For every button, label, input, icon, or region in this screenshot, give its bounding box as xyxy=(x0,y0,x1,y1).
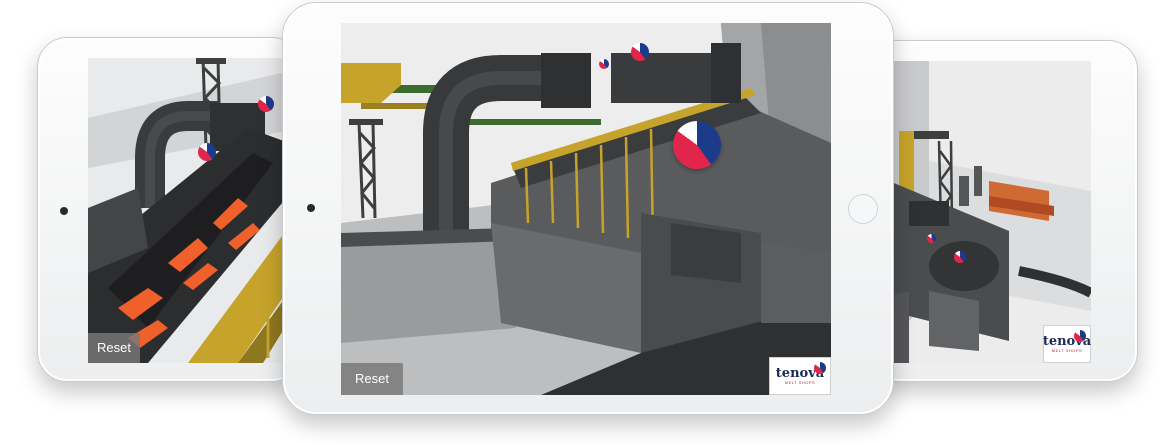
tablet-center: Reset tenova MELT SHOPS xyxy=(282,2,894,415)
screen-right[interactable]: tenova MELT SHOPS xyxy=(869,61,1091,363)
hotspot-marker-icon[interactable] xyxy=(927,234,936,243)
tenova-logo: tenova MELT SHOPS xyxy=(769,357,831,395)
reset-button[interactable]: Reset xyxy=(88,333,140,363)
scene-center[interactable] xyxy=(341,23,831,395)
tenova-logo-icon xyxy=(814,362,826,374)
tenova-logo: tenova MELT SHOPS xyxy=(1043,325,1091,363)
logo-subtitle: MELT SHOPS xyxy=(784,379,816,385)
tablet-left: Reset xyxy=(37,37,303,382)
camera-icon xyxy=(307,204,315,212)
scene-right[interactable] xyxy=(869,61,1091,363)
tablet-right: tenova MELT SHOPS xyxy=(857,40,1138,382)
hotspot-marker-icon[interactable] xyxy=(631,43,649,61)
hotspot-marker-icon[interactable] xyxy=(673,121,721,169)
screen-center[interactable]: Reset tenova MELT SHOPS xyxy=(341,23,831,395)
hotspot-marker-icon[interactable] xyxy=(954,251,966,263)
hotspot-marker-icon[interactable] xyxy=(599,59,609,69)
logo-subtitle: MELT SHOPS xyxy=(1051,347,1083,353)
camera-icon xyxy=(60,207,68,215)
screen-left[interactable]: Reset xyxy=(88,58,303,363)
reset-button[interactable]: Reset xyxy=(341,363,403,395)
home-button-icon[interactable] xyxy=(848,194,878,224)
hotspot-marker-icon[interactable] xyxy=(198,143,216,161)
tenova-logo-icon xyxy=(1074,330,1086,342)
hotspot-marker-icon[interactable] xyxy=(258,96,274,112)
